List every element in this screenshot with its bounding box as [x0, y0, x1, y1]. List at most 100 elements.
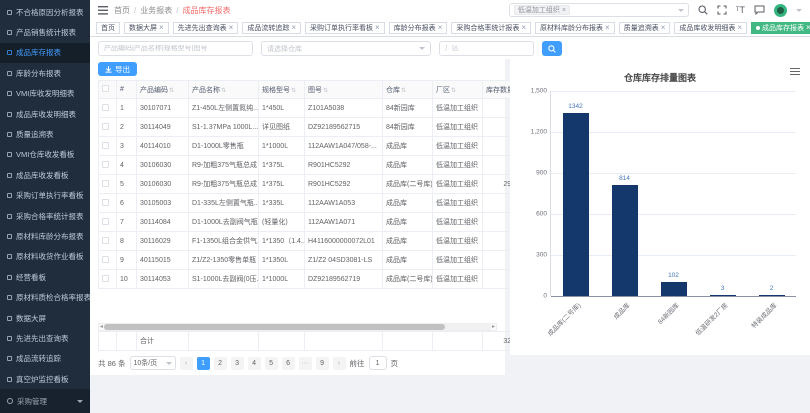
- table-row[interactable]: 130107071Z1-450L左侧置氮纯...1*450LZ101A50388…: [99, 99, 519, 118]
- tab-close-icon[interactable]: ×: [291, 24, 296, 32]
- tab-active[interactable]: 成品库存报表×: [751, 22, 810, 34]
- column-header[interactable]: 产品名称⇅: [189, 81, 259, 99]
- table-row[interactable]: 730114084D1-1000L去副阀气瓶...(轻量化)112AAW1A07…: [99, 213, 519, 232]
- sidebar-item[interactable]: 数据大屏: [0, 308, 90, 328]
- table-row[interactable]: 940115015Z1/Z2-1350零售单瓶1*1350LZ1/Z2 04SD…: [99, 251, 519, 270]
- sort-icon[interactable]: ⇅: [323, 88, 328, 94]
- row-checkbox[interactable]: [102, 199, 109, 206]
- scrollbar-track[interactable]: [104, 324, 491, 330]
- sidebar-item[interactable]: 产品销售统计报表: [0, 22, 90, 42]
- tab-item[interactable]: 采购合格率统计报表×: [451, 22, 531, 34]
- tab-close-icon[interactable]: ×: [661, 24, 666, 32]
- sidebar-item[interactable]: 成品库收发看板: [0, 165, 90, 185]
- sidebar-item[interactable]: 不合格原因分析报表: [0, 2, 90, 22]
- row-checkbox[interactable]: [102, 123, 109, 130]
- warehouse-select[interactable]: 请选择仓库: [261, 41, 431, 56]
- sidebar-item[interactable]: 原材料质检合格率报表: [0, 287, 90, 307]
- column-header[interactable]: 规格型号⇅: [259, 81, 305, 99]
- factory-input[interactable]: [445, 45, 528, 52]
- tab-item[interactable]: 质量追溯表×: [619, 22, 671, 34]
- column-header[interactable]: 图号⇅: [305, 81, 383, 99]
- row-checkbox[interactable]: [102, 218, 109, 225]
- chart-menu-icon[interactable]: [790, 66, 800, 77]
- row-checkbox[interactable]: [102, 161, 109, 168]
- sidebar-item-purchase-management[interactable]: 采购管理: [0, 389, 90, 413]
- user-menu-caret-icon[interactable]: [796, 9, 802, 12]
- column-header[interactable]: 厂区⇅: [433, 81, 483, 99]
- row-checkbox[interactable]: [102, 180, 109, 187]
- row-checkbox[interactable]: [102, 237, 109, 244]
- sort-icon[interactable]: ⇅: [451, 88, 456, 94]
- page-number-button[interactable]: 1: [197, 357, 210, 370]
- sidebar-item[interactable]: 真空炉监控看板: [0, 369, 90, 389]
- scrollbar-thumb[interactable]: [104, 324, 445, 330]
- sidebar-item[interactable]: 先进先出查询表: [0, 328, 90, 348]
- sidebar-item[interactable]: 成品库存报表: [0, 43, 90, 63]
- tab-item[interactable]: 库龄分布报表×: [389, 22, 448, 34]
- tab-close-icon[interactable]: ×: [159, 24, 164, 32]
- horizontal-scrollbar[interactable]: ◂ ▸: [98, 323, 497, 331]
- table-row[interactable]: 1030114053S1-1000L去副阀(0压...1*1000LDZ9218…: [99, 270, 519, 289]
- fullscreen-icon[interactable]: [717, 5, 727, 15]
- select-all-checkbox[interactable]: [102, 85, 109, 92]
- sidebar-item[interactable]: 成品流转追踪: [0, 349, 90, 369]
- sort-icon[interactable]: ⇅: [221, 88, 226, 94]
- prev-page-button[interactable]: ‹: [180, 357, 193, 370]
- search-icon[interactable]: [698, 5, 708, 15]
- row-checkbox[interactable]: [102, 104, 109, 111]
- goto-page-input[interactable]: [369, 356, 387, 370]
- scroll-left-icon[interactable]: ◂: [100, 324, 103, 330]
- sidebar-item[interactable]: 经营看板: [0, 267, 90, 287]
- tab-item[interactable]: 原材料库龄分布报表×: [535, 22, 615, 34]
- page-number-button[interactable]: 4: [248, 357, 261, 370]
- sort-icon[interactable]: ⇅: [291, 88, 296, 94]
- tab-close-icon[interactable]: ×: [605, 24, 610, 32]
- sidebar-item[interactable]: 成品库收发明细表: [0, 104, 90, 124]
- tab-item[interactable]: 采购订单执行率看板×: [305, 22, 385, 34]
- column-header[interactable]: #: [117, 81, 137, 99]
- message-icon[interactable]: [754, 5, 765, 15]
- table-row[interactable]: 630105003D1-335L左侧置气瓶...1*335L112AAW1A05…: [99, 194, 519, 213]
- row-checkbox[interactable]: [102, 256, 109, 263]
- table-row[interactable]: 230114049S1-1.37MPa 1000L...详见图纸DZ921895…: [99, 118, 519, 137]
- column-header[interactable]: 仓库⇅: [383, 81, 433, 99]
- keyword-input[interactable]: [104, 45, 247, 52]
- sidebar-item[interactable]: 质量追溯表: [0, 124, 90, 144]
- breadcrumb-item[interactable]: 业务报表: [140, 5, 172, 16]
- tab-item[interactable]: 先进先出查询表×: [173, 22, 239, 34]
- tab-item[interactable]: 首页: [96, 22, 120, 34]
- sidebar-item[interactable]: VMI仓库收发看板: [0, 145, 90, 165]
- table-row[interactable]: 340114010D1-1000L零售瓶1*1000L112AAW1A047/0…: [99, 137, 519, 156]
- tab-item[interactable]: 成品流转追踪×: [242, 22, 301, 34]
- page-number-button[interactable]: 5: [265, 357, 278, 370]
- breadcrumb-item[interactable]: 首页: [114, 5, 130, 16]
- avatar[interactable]: [774, 4, 787, 17]
- table-row[interactable]: 430106030R9-加粗375气瓶总成1*375LR901HC5292成品库…: [99, 156, 519, 175]
- sidebar-item[interactable]: VMI库收发明细表: [0, 84, 90, 104]
- sidebar-item[interactable]: 采购订单执行率看板: [0, 186, 90, 206]
- export-button[interactable]: 导出: [98, 62, 137, 76]
- row-checkbox[interactable]: [102, 142, 109, 149]
- next-page-button[interactable]: ›: [333, 357, 346, 370]
- tab-close-icon[interactable]: ×: [521, 24, 526, 32]
- tab-close-icon[interactable]: ×: [438, 24, 443, 32]
- sort-icon[interactable]: ⇅: [169, 88, 174, 94]
- page-number-button[interactable]: 6: [282, 357, 295, 370]
- scroll-right-icon[interactable]: ▸: [492, 324, 495, 330]
- tab-close-icon[interactable]: ×: [375, 24, 380, 32]
- column-header[interactable]: 产品编码⇅: [137, 81, 189, 99]
- page-size-select[interactable]: 10条/页: [130, 356, 176, 370]
- collapse-sidebar-icon[interactable]: [98, 6, 108, 15]
- sidebar-item[interactable]: 原材料库龄分布报表: [0, 226, 90, 246]
- page-number-button[interactable]: 9: [316, 357, 329, 370]
- font-size-icon[interactable]: TT: [736, 5, 745, 15]
- tag-close-icon[interactable]: ×: [562, 7, 566, 14]
- page-number-button[interactable]: 2: [214, 357, 227, 370]
- sidebar-item[interactable]: 采购合格率统计报表: [0, 206, 90, 226]
- tab-item[interactable]: 成品库收发明细表×: [674, 22, 747, 34]
- page-number-button[interactable]: 3: [231, 357, 244, 370]
- organization-tag[interactable]: 低温加工组织 ×: [514, 5, 570, 15]
- table-row[interactable]: 830116029F1-1350L组合金供气...1*1350（1.4...H4…: [99, 232, 519, 251]
- tab-close-icon[interactable]: ×: [737, 24, 742, 32]
- tab-close-icon[interactable]: ×: [229, 24, 234, 32]
